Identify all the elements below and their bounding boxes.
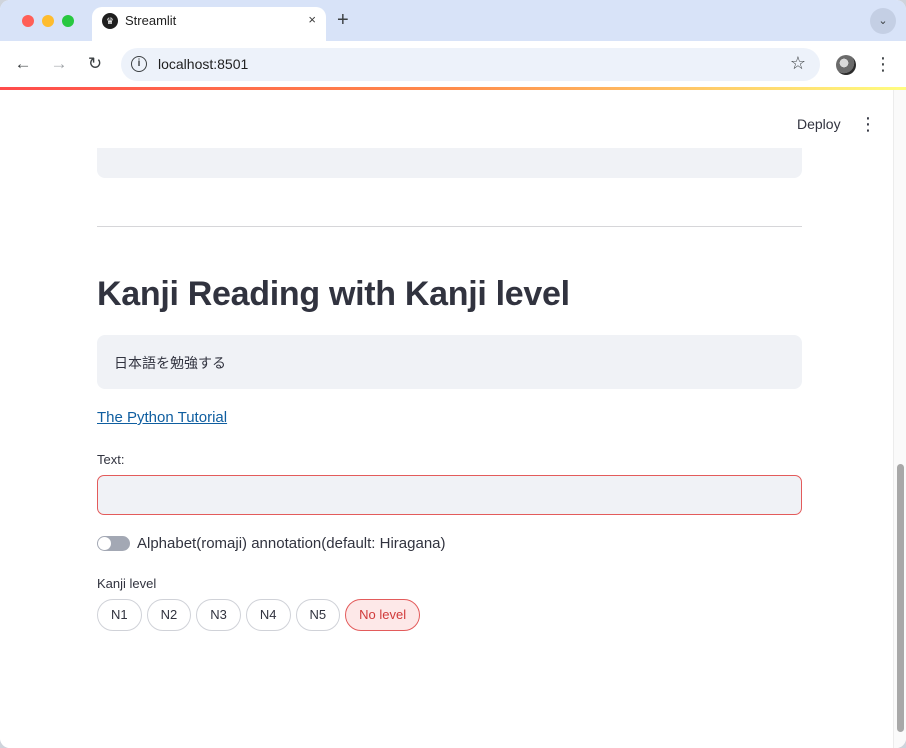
page-title: Kanji Reading with Kanji level <box>97 275 570 313</box>
streamlit-app: Deploy ⋮ Kanji Reading with Kanji level … <box>0 90 906 748</box>
streamlit-favicon-icon: ♛ <box>102 13 118 29</box>
deploy-button[interactable]: Deploy <box>797 116 841 132</box>
text-input[interactable] <box>97 475 802 515</box>
level-pill-n4[interactable]: N4 <box>245 599 291 631</box>
close-tab-icon[interactable]: × <box>308 12 316 27</box>
tab-search-button[interactable]: ⌄ <box>870 8 896 34</box>
python-tutorial-link[interactable]: The Python Tutorial <box>97 409 227 426</box>
reload-button[interactable]: ↻ <box>83 52 107 76</box>
maximize-window-button[interactable] <box>62 15 74 27</box>
level-pill-n5[interactable]: N5 <box>295 599 341 631</box>
level-pill-n3[interactable]: N3 <box>196 599 241 631</box>
site-info-icon[interactable]: i <box>131 56 147 72</box>
info-text: 日本語を勉強する <box>114 356 226 372</box>
scrollbar-thumb[interactable] <box>897 464 904 732</box>
level-pill-n1[interactable]: N1 <box>97 599 142 631</box>
romaji-toggle[interactable] <box>97 536 130 551</box>
url-text[interactable]: localhost:8501 <box>158 56 248 72</box>
scrollbar[interactable] <box>893 90 906 748</box>
level-pill-no-level[interactable]: No level <box>345 599 421 631</box>
back-button[interactable]: ← <box>11 52 35 76</box>
browser-menu-icon[interactable]: ⋮ <box>874 52 892 76</box>
browser-window: ♛ Streamlit × + ⌄ ← → ↻ i localhost:8501… <box>0 0 906 748</box>
address-bar[interactable]: i localhost:8501 ☆ <box>121 48 820 81</box>
close-window-button[interactable] <box>22 15 34 27</box>
tab-strip: ♛ Streamlit × + ⌄ <box>0 0 906 41</box>
kanji-level-label: Kanji level <box>97 576 157 591</box>
text-field-label: Text: <box>97 452 125 467</box>
tab-title: Streamlit <box>125 13 177 28</box>
new-tab-button[interactable]: + <box>337 9 349 31</box>
profile-avatar[interactable] <box>836 55 856 75</box>
toggle-knob <box>98 537 111 550</box>
forward-button[interactable]: → <box>47 52 71 76</box>
level-pill-n2[interactable]: N2 <box>146 599 192 631</box>
browser-toolbar: ← → ↻ i localhost:8501 ☆ ⋮ <box>0 41 906 87</box>
divider <box>97 226 802 227</box>
romaji-toggle-label[interactable]: Alphabet(romaji) annotation(default: Hir… <box>137 535 446 552</box>
bookmark-star-icon[interactable]: ☆ <box>790 53 806 74</box>
tab-streamlit[interactable]: ♛ Streamlit × <box>92 7 326 41</box>
app-menu-icon[interactable]: ⋮ <box>859 114 877 134</box>
kanji-level-pills: N1 N2 N3 N4 N5 No level <box>97 599 421 631</box>
info-box: 日本語を勉強する <box>97 335 802 389</box>
minimize-window-button[interactable] <box>42 15 54 27</box>
code-block <box>97 148 802 178</box>
